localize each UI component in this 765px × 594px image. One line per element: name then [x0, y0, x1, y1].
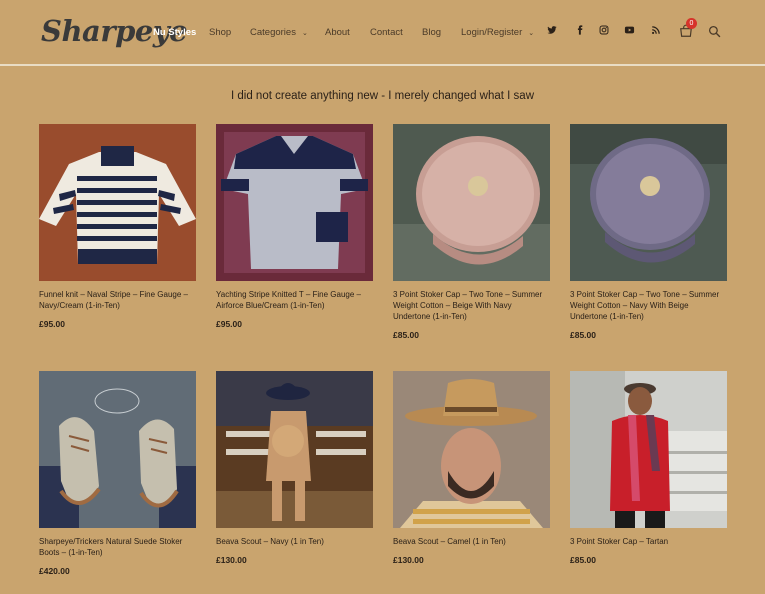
rss-icon[interactable]: [651, 25, 661, 38]
chevron-down-icon: ⌄: [301, 30, 308, 37]
product-title[interactable]: Sharpeye/Trickers Natural Suede Stoker B…: [39, 536, 196, 558]
product-card: Beava Scout – Camel (1 in Ten) £130.00: [393, 371, 550, 565]
product-card: 3 Point Stoker Cap – Two Tone – Summer W…: [570, 124, 727, 340]
product-price: £130.00: [216, 555, 247, 565]
product-card: 3 Point Stoker Cap – Tartan £85.00: [570, 371, 727, 565]
nav-item-login-register[interactable]: Login/Register ⌄: [461, 27, 534, 38]
product-title[interactable]: Beava Scout – Camel (1 in Ten): [393, 536, 550, 547]
nav-label: Contact: [370, 27, 403, 38]
product-card: Yachting Stripe Knitted T – Fine Gauge –…: [216, 124, 373, 329]
product-card: 3 Point Stoker Cap – Two Tone – Summer W…: [393, 124, 550, 340]
cart-count-badge: 0: [686, 18, 697, 29]
facebook-icon[interactable]: [575, 25, 585, 38]
product-price: £85.00: [393, 330, 419, 340]
product-title[interactable]: 3 Point Stoker Cap – Two Tone – Summer W…: [393, 289, 550, 322]
page-tagline: I did not create anything new - I merely…: [231, 90, 534, 102]
nav-label: Login/Register: [461, 27, 523, 38]
nav-item-contact[interactable]: Contact: [370, 27, 403, 38]
product-title[interactable]: 3 Point Stoker Cap – Tartan: [570, 536, 727, 547]
product-image-stoker-boots[interactable]: [39, 371, 196, 528]
nav-label: About: [325, 27, 350, 38]
product-price: £95.00: [39, 319, 65, 329]
product-image-funnel-knit[interactable]: [39, 124, 196, 281]
product-image-yachting-stripe-t[interactable]: [216, 124, 373, 281]
header-divider: [0, 64, 765, 66]
nav-item-nu-styles[interactable]: Nu Styles: [153, 27, 196, 38]
nav-item-shop[interactable]: Shop: [209, 27, 231, 38]
nav-item-blog[interactable]: Blog: [422, 27, 441, 38]
product-title[interactable]: 3 Point Stoker Cap – Two Tone – Summer W…: [570, 289, 727, 322]
product-image-stoker-cap-beige[interactable]: [393, 124, 550, 281]
search-icon[interactable]: [708, 25, 721, 38]
product-card: Beava Scout – Navy (1 in Ten) £130.00: [216, 371, 373, 565]
product-image-beava-scout-camel[interactable]: [393, 371, 550, 528]
nav-label: Nu Styles: [153, 27, 197, 38]
product-card: Sharpeye/Trickers Natural Suede Stoker B…: [39, 371, 196, 576]
site-header: Sharpeye Nu Styles Shop Categories ⌄ Abou…: [0, 0, 765, 64]
product-image-beava-scout-navy[interactable]: [216, 371, 373, 528]
nav-label: Categories: [250, 27, 296, 38]
youtube-icon[interactable]: [624, 25, 635, 38]
product-image-stoker-cap-tartan[interactable]: [570, 371, 727, 528]
product-title[interactable]: Beava Scout – Navy (1 in Ten): [216, 536, 373, 547]
product-price: £420.00: [39, 566, 70, 576]
instagram-icon[interactable]: [599, 25, 609, 38]
nav-label: Shop: [209, 27, 232, 38]
twitter-icon[interactable]: [547, 25, 557, 38]
product-price: £85.00: [570, 330, 596, 340]
product-price: £95.00: [216, 319, 242, 329]
nav-item-about[interactable]: About: [325, 27, 350, 38]
nav-label: Blog: [422, 27, 442, 38]
product-image-stoker-cap-navy[interactable]: [570, 124, 727, 281]
product-price: £85.00: [570, 555, 596, 565]
product-price: £130.00: [393, 555, 424, 565]
product-card: Funnel knit – Naval Stripe – Fine Gauge …: [39, 124, 196, 329]
product-title[interactable]: Funnel knit – Naval Stripe – Fine Gauge …: [39, 289, 196, 311]
product-title[interactable]: Yachting Stripe Knitted T – Fine Gauge –…: [216, 289, 373, 311]
nav-item-categories[interactable]: Categories ⌄: [250, 27, 308, 38]
chevron-down-icon: ⌄: [528, 30, 535, 37]
